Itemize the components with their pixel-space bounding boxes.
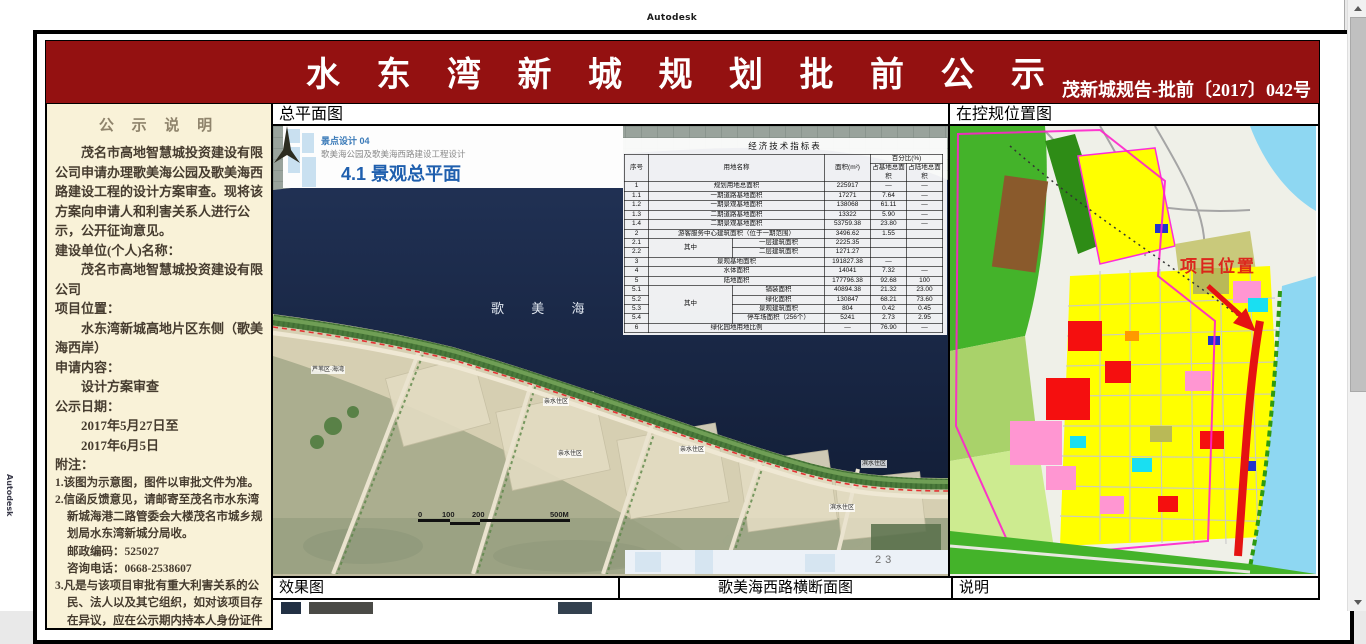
plan-area-label: 亲水住区 — [543, 398, 569, 406]
indicator-table-title: 经济技术指标表 — [624, 140, 946, 152]
scroll-up-button[interactable] — [1348, 0, 1366, 17]
table-row: 3景观基地面积191827.38— — [625, 257, 943, 266]
table-row: 1.2一期景观基地面积13806861.11— — [625, 201, 943, 210]
notice-line: 水东湾新城高地片区东侧（歌美海西岸） — [55, 319, 263, 358]
notice-line: 建设单位(个人)名称： — [55, 241, 263, 261]
plan-project-label: 歌美海公园及歌美海西路建设工程设计 — [321, 148, 466, 160]
scroll-down-icon — [1354, 600, 1362, 605]
notice-line: 1.该图为示意图，图件以审批文件为准。 — [55, 475, 263, 492]
sea-name-label: 歌 美 海 — [491, 298, 597, 317]
compass-icon — [273, 126, 301, 164]
plan-series-label: 景点设计 04 — [321, 134, 370, 147]
title-band: 水 东 湾 新 城 规 划 批 前 公 示 茂新城规告-批前〔2017〕042号 — [45, 40, 1320, 104]
notice-line: 2017年5月27日至 — [55, 416, 263, 436]
table-row: 6绿化园地用地比例—76.90— — [625, 323, 943, 332]
notice-line: 3.凡是与该项目审批有重大利害关系的公民、法人以及其它组织，如对该项目存在异议，… — [55, 578, 263, 630]
notice-line: 申请内容： — [55, 358, 263, 378]
description-panel-title: 说明 — [953, 578, 1320, 598]
notice-text-block: 茂名市高地智慧城投资建设有限公司申请办理歌美海公园及歌美海西路建设工程的设计方案… — [55, 143, 263, 630]
col-header-pct-base: 占基地总面积 — [871, 164, 907, 182]
notice-line: 项目位置： — [55, 299, 263, 319]
notice-title: 水 东 湾 新 城 规 划 批 前 公 示 — [306, 47, 1059, 96]
document-number: 茂新城规告-批前〔2017〕042号 — [1062, 76, 1311, 102]
plan-area-label: 芦苇区·海湾 — [311, 366, 345, 374]
vertical-scrollbar[interactable] — [1347, 0, 1366, 611]
project-location-label: 项目位置 — [1180, 252, 1256, 277]
table-row: 5陆地面积177796.3892.68100 — [625, 276, 943, 285]
notice-line: 茂名市高地智慧城投资建设有限公司申请办理歌美海公园及歌美海西路建设工程的设计方案… — [55, 143, 263, 241]
scale-bar: 0 100 200 500M — [418, 510, 578, 527]
notice-line: 咨询电话：0668-2538607 — [55, 561, 263, 578]
table-row: 4水体面积140417.32— — [625, 267, 943, 276]
notice-line: 邮政编码：525027 — [55, 544, 263, 561]
notice-document: 水 东 湾 新 城 规 划 批 前 公 示 茂新城规告-批前〔2017〕042号… — [33, 30, 1354, 644]
table-row: 1.3二期道路基地面积133225.90— — [625, 210, 943, 219]
master-plan-panel-title: 总平面图 — [273, 104, 948, 126]
table-row: 5.1其中铺装面积40894.3821.3223.00 — [625, 286, 943, 295]
table-row: 2游客服务中心建筑面积（位于一期范围）3496.621.55 — [625, 229, 943, 238]
plan-sheet-title: 4.1 景观总平面 — [341, 160, 461, 186]
cropped-content-strip — [273, 600, 1320, 630]
notice-panel-heading: 公 示 说 明 — [55, 114, 263, 135]
autodesk-logo-left: Autodesk — [5, 474, 14, 516]
notice-line: 2017年6月5日 — [55, 436, 263, 456]
zoning-map-image: 项目位置 — [950, 126, 1316, 576]
col-header-area: 面积(m²) — [825, 155, 871, 182]
col-header-pct: 百分比(%) — [871, 155, 943, 164]
plan-area-label: 滨水住区 — [829, 504, 855, 512]
table-row: 1.1一期道路基地面积172717.64— — [625, 191, 943, 200]
bottom-section-headers: 效果图 歌美海西路横断面图 说明 — [273, 576, 1320, 600]
plan-footer-strip: 23 — [625, 550, 948, 574]
master-plan-panel: 总平面图 — [273, 104, 950, 576]
scroll-up-icon — [1354, 6, 1362, 11]
cross-section-panel-title: 歌美海西路横断面图 — [620, 578, 953, 598]
indicator-table: 经济技术指标表 序号 用地名称 — [623, 138, 947, 335]
col-header-pct-land: 占陆地总面积 — [907, 164, 943, 182]
plan-area-label: 亲水住区 — [557, 450, 583, 458]
viewer-page: Autodesk Autodesk Autodesk 水 东 湾 新 城 规 划… — [0, 0, 1345, 611]
notice-line: 设计方案审查 — [55, 377, 263, 397]
master-plan-image: 景点设计 04 歌美海公园及歌美海西路建设工程设计 4.1 景观总平面 歌 美 … — [273, 126, 948, 576]
plan-area-label: 滨水住区 — [861, 460, 887, 468]
plan-area-label: 亲水住区 — [679, 446, 705, 454]
table-row: 1规划用地总面积225917—— — [625, 182, 943, 191]
location-map-panel: 在控规位置图 — [950, 104, 1320, 576]
rendering-panel-title: 效果图 — [273, 578, 620, 598]
table-row: 1.4二期景观基地面积53759.3823.80— — [625, 220, 943, 229]
notice-line: 2.信函反馈意见，请邮寄至茂名市水东湾新城海港二路管委会大楼茂名市城乡规划局水东… — [55, 492, 263, 544]
public-notice-panel: 公 示 说 明 茂名市高地智慧城投资建设有限公司申请办理歌美海公园及歌美海西路建… — [45, 104, 273, 630]
scroll-down-button[interactable] — [1348, 594, 1366, 611]
plan-title-block: 景点设计 04 歌美海公园及歌美海西路建设工程设计 4.1 景观总平面 — [283, 126, 623, 188]
scrollbar-thumb[interactable] — [1350, 17, 1366, 392]
notice-line: 公示日期： — [55, 397, 263, 417]
plan-page-number: 23 — [875, 554, 895, 566]
notice-line: 茂名市高地智慧城投资建设有限公司 — [55, 260, 263, 299]
table-row: 2.1其中一层建筑面积2225.35 — [625, 238, 943, 247]
col-header-name: 用地名称 — [649, 155, 825, 182]
location-map-panel-title: 在控规位置图 — [950, 104, 1318, 126]
zoning-map-art — [950, 126, 1316, 574]
autodesk-logo-top: Autodesk — [647, 13, 697, 23]
notice-line: 附注： — [55, 455, 263, 475]
col-header-no: 序号 — [625, 155, 649, 182]
